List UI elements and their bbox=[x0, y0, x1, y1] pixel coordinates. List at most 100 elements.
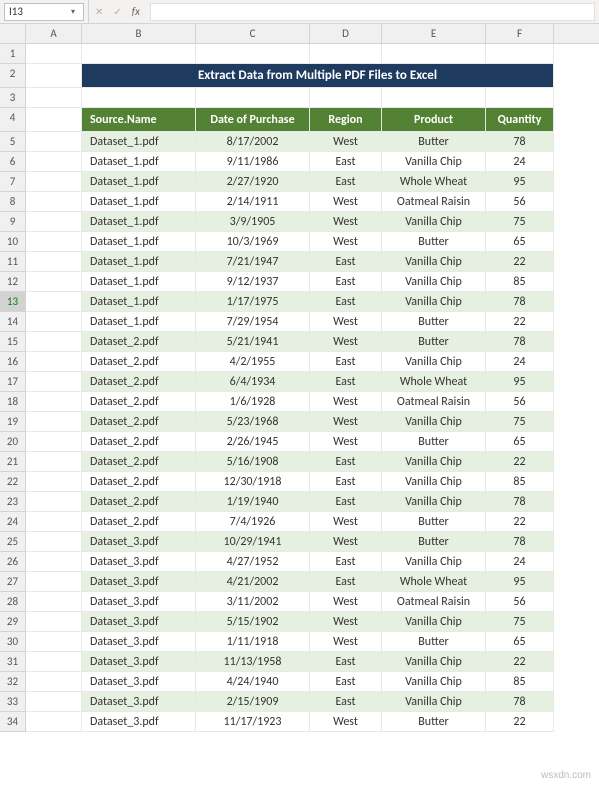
table-cell[interactable]: West bbox=[310, 592, 382, 612]
row-header[interactable]: 34 bbox=[0, 712, 26, 732]
table-cell[interactable]: 85 bbox=[486, 672, 554, 692]
table-cell[interactable]: West bbox=[310, 412, 382, 432]
table-cell[interactable]: Dataset_2.pdf bbox=[82, 472, 196, 492]
enter-icon[interactable]: ✓ bbox=[111, 5, 123, 18]
row-header[interactable]: 5 bbox=[0, 132, 26, 152]
row-header[interactable]: 22 bbox=[0, 472, 26, 492]
table-header[interactable]: Product bbox=[382, 108, 486, 132]
row-header[interactable]: 17 bbox=[0, 372, 26, 392]
table-cell[interactable]: 7/4/1926 bbox=[196, 512, 310, 532]
table-cell[interactable]: 6/4/1934 bbox=[196, 372, 310, 392]
table-cell[interactable]: 9/11/1986 bbox=[196, 152, 310, 172]
table-cell[interactable]: 24 bbox=[486, 552, 554, 572]
table-cell[interactable]: East bbox=[310, 292, 382, 312]
table-cell[interactable]: East bbox=[310, 272, 382, 292]
cell[interactable] bbox=[26, 64, 82, 88]
table-cell[interactable]: Butter bbox=[382, 232, 486, 252]
row-header[interactable]: 33 bbox=[0, 692, 26, 712]
row-header[interactable]: 24 bbox=[0, 512, 26, 532]
table-cell[interactable]: East bbox=[310, 452, 382, 472]
table-cell[interactable]: Vanilla Chip bbox=[382, 452, 486, 472]
table-cell[interactable]: Vanilla Chip bbox=[382, 292, 486, 312]
row-header[interactable]: 10 bbox=[0, 232, 26, 252]
table-cell[interactable]: Vanilla Chip bbox=[382, 272, 486, 292]
table-cell[interactable]: East bbox=[310, 372, 382, 392]
table-cell[interactable]: West bbox=[310, 212, 382, 232]
cell[interactable] bbox=[26, 632, 82, 652]
row-header[interactable]: 18 bbox=[0, 392, 26, 412]
table-cell[interactable]: East bbox=[310, 672, 382, 692]
table-cell[interactable]: 56 bbox=[486, 592, 554, 612]
table-cell[interactable]: 3/9/1905 bbox=[196, 212, 310, 232]
table-cell[interactable]: 95 bbox=[486, 572, 554, 592]
table-cell[interactable]: 11/13/1958 bbox=[196, 652, 310, 672]
cell[interactable] bbox=[26, 252, 82, 272]
row-header[interactable]: 13 bbox=[0, 292, 26, 312]
table-cell[interactable]: 5/21/1941 bbox=[196, 332, 310, 352]
table-cell[interactable]: Dataset_1.pdf bbox=[82, 252, 196, 272]
cell[interactable] bbox=[26, 592, 82, 612]
table-cell[interactable]: Dataset_2.pdf bbox=[82, 352, 196, 372]
cell[interactable] bbox=[310, 44, 382, 64]
table-cell[interactable]: West bbox=[310, 332, 382, 352]
table-cell[interactable]: East bbox=[310, 152, 382, 172]
table-cell[interactable]: Butter bbox=[382, 512, 486, 532]
table-cell[interactable]: 2/27/1920 bbox=[196, 172, 310, 192]
table-cell[interactable]: 4/24/1940 bbox=[196, 672, 310, 692]
row-header[interactable]: 14 bbox=[0, 312, 26, 332]
cell[interactable] bbox=[26, 672, 82, 692]
table-header[interactable]: Quantity bbox=[486, 108, 554, 132]
table-cell[interactable]: West bbox=[310, 712, 382, 732]
cell[interactable] bbox=[26, 172, 82, 192]
table-cell[interactable]: 65 bbox=[486, 632, 554, 652]
cell[interactable] bbox=[196, 44, 310, 64]
table-cell[interactable]: 78 bbox=[486, 692, 554, 712]
cell[interactable] bbox=[26, 412, 82, 432]
table-cell[interactable]: 2/26/1945 bbox=[196, 432, 310, 452]
table-cell[interactable]: Dataset_1.pdf bbox=[82, 212, 196, 232]
row-header[interactable]: 15 bbox=[0, 332, 26, 352]
row-header[interactable]: 9 bbox=[0, 212, 26, 232]
table-cell[interactable]: 65 bbox=[486, 432, 554, 452]
table-cell[interactable]: 9/12/1937 bbox=[196, 272, 310, 292]
table-cell[interactable]: Vanilla Chip bbox=[382, 352, 486, 372]
table-cell[interactable]: 2/14/1911 bbox=[196, 192, 310, 212]
row-header[interactable]: 30 bbox=[0, 632, 26, 652]
table-cell[interactable]: 4/27/1952 bbox=[196, 552, 310, 572]
table-cell[interactable]: 78 bbox=[486, 332, 554, 352]
table-cell[interactable]: Dataset_2.pdf bbox=[82, 432, 196, 452]
table-cell[interactable]: Dataset_2.pdf bbox=[82, 492, 196, 512]
row-header[interactable]: 4 bbox=[0, 108, 26, 132]
cell[interactable] bbox=[26, 572, 82, 592]
table-cell[interactable]: Butter bbox=[382, 332, 486, 352]
table-cell[interactable]: 56 bbox=[486, 192, 554, 212]
table-cell[interactable]: Dataset_1.pdf bbox=[82, 292, 196, 312]
row-header[interactable]: 23 bbox=[0, 492, 26, 512]
row-header[interactable]: 20 bbox=[0, 432, 26, 452]
cell[interactable] bbox=[26, 432, 82, 452]
cell[interactable] bbox=[382, 88, 486, 108]
table-cell[interactable]: Oatmeal Raisin bbox=[382, 592, 486, 612]
table-cell[interactable]: Vanilla Chip bbox=[382, 612, 486, 632]
table-cell[interactable]: Dataset_2.pdf bbox=[82, 412, 196, 432]
cell[interactable] bbox=[82, 88, 196, 108]
table-cell[interactable]: East bbox=[310, 472, 382, 492]
cell[interactable] bbox=[196, 88, 310, 108]
cell[interactable] bbox=[26, 108, 82, 132]
table-cell[interactable]: Butter bbox=[382, 712, 486, 732]
table-cell[interactable]: Whole Wheat bbox=[382, 172, 486, 192]
table-cell[interactable]: Vanilla Chip bbox=[382, 152, 486, 172]
col-header-D[interactable]: D bbox=[310, 24, 382, 43]
table-cell[interactable]: 22 bbox=[486, 512, 554, 532]
table-cell[interactable]: 24 bbox=[486, 352, 554, 372]
table-cell[interactable]: Dataset_3.pdf bbox=[82, 692, 196, 712]
table-cell[interactable]: 12/30/1918 bbox=[196, 472, 310, 492]
table-cell[interactable]: 1/6/1928 bbox=[196, 392, 310, 412]
table-cell[interactable]: Oatmeal Raisin bbox=[382, 192, 486, 212]
table-cell[interactable]: Vanilla Chip bbox=[382, 552, 486, 572]
table-cell[interactable]: 1/17/1975 bbox=[196, 292, 310, 312]
table-cell[interactable]: East bbox=[310, 252, 382, 272]
table-cell[interactable]: Dataset_1.pdf bbox=[82, 312, 196, 332]
table-cell[interactable]: Dataset_2.pdf bbox=[82, 452, 196, 472]
table-cell[interactable]: Butter bbox=[382, 132, 486, 152]
